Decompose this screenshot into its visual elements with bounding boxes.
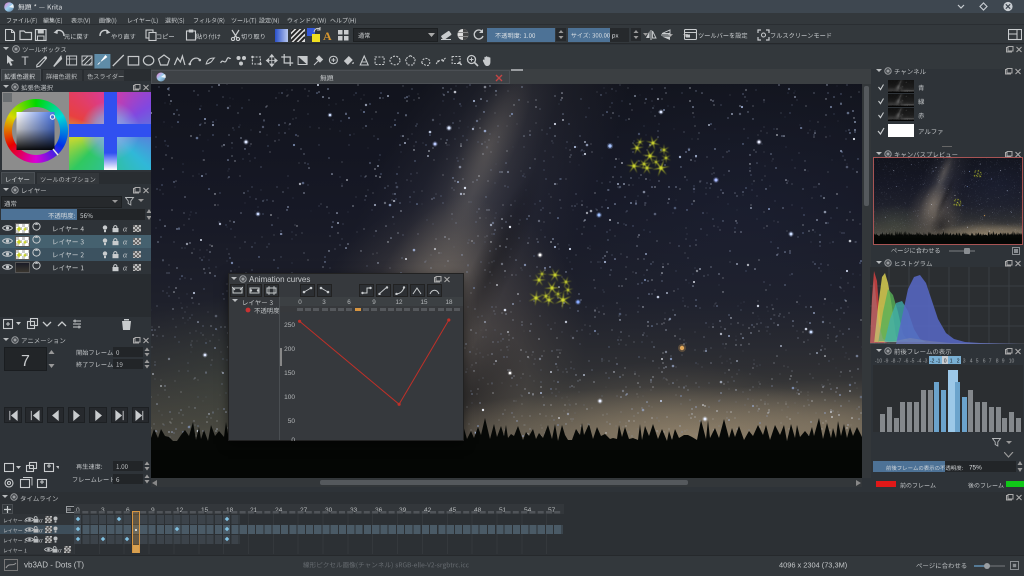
svg-text:α: α xyxy=(39,536,43,544)
svg-text:-8: -8 xyxy=(890,359,895,365)
svg-text:2: 2 xyxy=(956,359,959,365)
svg-text:-5: -5 xyxy=(910,359,915,365)
svg-text:vb3AD - Dots (T): vb3AD - Dots (T) xyxy=(24,561,84,570)
svg-text:-7: -7 xyxy=(897,359,902,365)
svg-text:0: 0 xyxy=(943,359,946,365)
svg-text:1: 1 xyxy=(950,359,953,365)
svg-text:8: 8 xyxy=(995,359,998,365)
svg-text:3: 3 xyxy=(963,359,966,365)
svg-text:α: α xyxy=(58,546,62,554)
svg-text:4: 4 xyxy=(969,359,972,365)
svg-text:-3: -3 xyxy=(923,359,928,365)
svg-text:α: α xyxy=(123,250,128,259)
svg-text:T: T xyxy=(21,54,29,68)
svg-text:-2: -2 xyxy=(929,359,934,365)
svg-text:4096 x 2304 (73,3M): 4096 x 2304 (73,3M) xyxy=(779,561,847,570)
svg-text:7: 7 xyxy=(21,353,30,370)
svg-text:-4: -4 xyxy=(916,359,921,365)
svg-text:-10: -10 xyxy=(875,359,882,365)
svg-text:-6: -6 xyxy=(903,359,908,365)
svg-text:7: 7 xyxy=(989,359,992,365)
svg-text:α: α xyxy=(123,263,128,272)
svg-text:75%: 75% xyxy=(969,465,982,472)
svg-text:6: 6 xyxy=(982,359,985,365)
svg-text:-1: -1 xyxy=(936,359,941,365)
svg-text:5: 5 xyxy=(976,359,979,365)
svg-text:α: α xyxy=(123,224,128,233)
svg-text:10: 10 xyxy=(1008,359,1014,365)
svg-text:α: α xyxy=(39,526,43,534)
svg-text:α: α xyxy=(123,237,128,246)
svg-text:9: 9 xyxy=(1002,359,1005,365)
svg-text:A: A xyxy=(323,29,332,42)
svg-text:-9: -9 xyxy=(884,359,889,365)
svg-text:α: α xyxy=(39,516,43,524)
